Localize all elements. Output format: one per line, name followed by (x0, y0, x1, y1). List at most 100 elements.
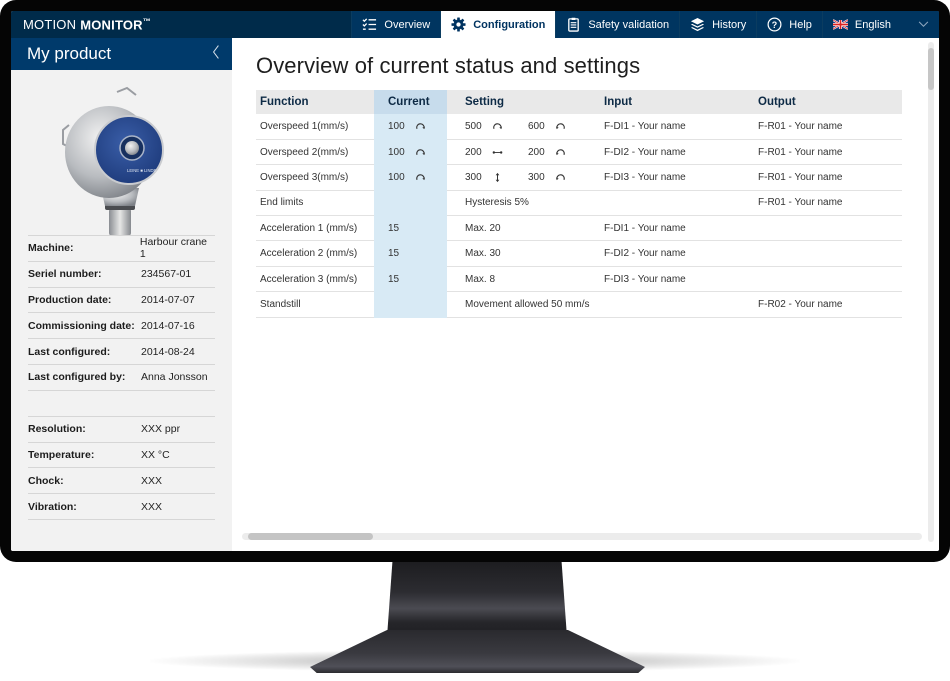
table-row[interactable]: Overspeed 2(mm/s) 100 200 200 F-DI2 - Your n… (256, 139, 902, 166)
rotate-clockwise-icon (492, 121, 503, 132)
current-cell-content: 100 (388, 121, 426, 132)
info-label: Last configured by: (28, 371, 126, 384)
arrows-horizontal-icon (492, 147, 503, 158)
function-cell: Acceleration 3 (mm/s) (256, 266, 374, 293)
function-cell-content: Overspeed 2(mm/s) (260, 147, 348, 158)
info-label: Chock: (28, 474, 64, 487)
info-label: Last configured: (28, 345, 111, 358)
col-setting: Setting (447, 90, 524, 114)
rotate-counterclockwise-icon (555, 121, 566, 132)
info-value: XXX ppr (141, 423, 181, 436)
app-logo: MOTION MONITOR™ (11, 11, 351, 38)
setting-2-cell-content: 300 (528, 172, 566, 183)
info-label: Machine: (28, 242, 74, 255)
setting-cell-text: 200 (465, 146, 482, 158)
setting-cell: Max. 30 (447, 240, 600, 267)
function-cell-text: Acceleration 2 (mm/s) (260, 248, 358, 260)
function-cell: End limits (256, 190, 374, 217)
horizontal-scroll-thumb[interactable] (248, 533, 373, 540)
input-cell: F-DI3 - Your name (600, 164, 754, 191)
info-label: Resolution: (28, 423, 86, 436)
input-cell-content: F-DI2 - Your name (604, 147, 686, 158)
output-cell-content: F-R01 - Your name (758, 147, 843, 158)
table-row[interactable]: Overspeed 3(mm/s) 100 300 300 F-DI3 - Your n… (256, 164, 902, 191)
setting-2-cell: 600 (524, 114, 600, 140)
setting-cell-text: Max. 8 (465, 273, 496, 285)
uk-flag-icon (832, 17, 848, 32)
current-cell-text: 100 (388, 171, 405, 183)
info-value: 2014-08-24 (141, 345, 195, 358)
setting-cell-text: Max. 30 (465, 248, 501, 260)
brand-bold: MONITOR™ (80, 17, 151, 32)
info-value: XX °C (141, 448, 170, 461)
function-cell-text: Acceleration 1 (mm/s) (260, 222, 358, 234)
tab-overview[interactable]: Overview (351, 11, 441, 38)
chevron-down-icon (898, 19, 929, 31)
encoder-image: LEINE ■ LINDE (62, 86, 164, 236)
input-cell-text: F-DI3 - Your name (604, 273, 686, 285)
info-value: 2014-07-07 (141, 293, 195, 306)
setting-cell: 300 (447, 164, 524, 191)
table-row[interactable]: Acceleration 1 (mm/s) 15 Max. 20 F-DI1 - Yo… (256, 215, 902, 242)
rotate-clockwise-icon (415, 147, 426, 158)
sidebar-title: My product (27, 44, 112, 63)
output-cell: F-R01 - Your name (754, 114, 902, 140)
monitor-stand-base (310, 630, 645, 673)
info-value: Anna Jonsson (141, 371, 208, 384)
tab-history[interactable]: History (679, 11, 757, 38)
current-cell (374, 190, 447, 217)
function-cell-content: Standstill (260, 299, 301, 310)
monitor-stand-neck (387, 562, 567, 637)
setting-cell: 500 (447, 114, 524, 140)
output-cell (754, 266, 902, 293)
table-row[interactable]: Acceleration 3 (mm/s) 15 Max. 8 F-DI3 - You… (256, 266, 902, 293)
current-cell: 15 (374, 215, 447, 242)
rotate-clockwise-icon (415, 121, 426, 132)
tab-history-label: History (712, 18, 747, 31)
info-label: Production date: (28, 293, 112, 306)
setting-cell-text: Hysteresis 5% (465, 197, 529, 209)
setting-cell-content: Hysteresis 5% (465, 197, 529, 208)
setting-cell: Movement allowed 50 mm/s (447, 291, 600, 318)
function-cell-content: Acceleration 3 (mm/s) (260, 274, 357, 285)
tab-help[interactable]: ? Help (756, 11, 822, 38)
function-cell: Acceleration 2 (mm/s) (256, 240, 374, 267)
input-cell-content: F-DI3 - Your name (604, 172, 686, 183)
product-image: LEINE ■ LINDE (11, 70, 232, 236)
info-row: Chock: XXX (28, 468, 215, 495)
setting-2-cell-content: 600 (528, 121, 566, 132)
collapse-sidebar-button[interactable] (212, 44, 220, 65)
table-row[interactable]: Standstill Movement allowed 50 mm/s F-R02 … (256, 291, 902, 318)
current-cell-text: 15 (388, 222, 400, 234)
function-cell-text: Overspeed 2(mm/s) (260, 146, 349, 158)
current-cell (374, 291, 447, 318)
product-sidebar: My product LEINE ■ LINDE Machine: Harbou… (11, 38, 232, 551)
info-row: Machine: Harbour crane 1 (28, 236, 215, 262)
current-cell-content: 100 (388, 147, 426, 158)
table-row[interactable]: Acceleration 2 (mm/s) 15 Max. 30 F-DI2 - Yo… (256, 240, 902, 267)
layers-icon (690, 17, 705, 32)
table-row[interactable]: End limits Hysteresis 5% F-R01 - Your name (256, 190, 902, 217)
output-cell: F-R01 - Your name (754, 164, 902, 191)
horizontal-scrollbar[interactable] (242, 533, 922, 540)
function-cell-text: Overspeed 1(mm/s) (260, 120, 349, 132)
input-cell-text: F-DI2 - Your name (604, 146, 686, 158)
tab-configuration[interactable]: Configuration (440, 11, 556, 38)
setting-cell-content: 500 (465, 121, 503, 132)
rotate-counterclockwise-icon (555, 172, 566, 183)
col-input: Input (600, 90, 754, 114)
tab-safety-validation[interactable]: Safety validation (555, 11, 680, 38)
setting-2-cell: 200 (524, 139, 600, 166)
output-cell: F-R01 - Your name (754, 190, 902, 217)
info-row: Production date: 2014-07-07 (28, 288, 215, 314)
language-selector[interactable]: English (821, 11, 939, 38)
function-cell-content: Acceleration 2 (mm/s) (260, 248, 357, 259)
input-cell: F-DI2 - Your name (600, 139, 754, 166)
tab-help-label: Help (789, 18, 812, 31)
vertical-scrollbar[interactable] (928, 42, 934, 542)
vertical-scroll-thumb[interactable] (928, 48, 934, 90)
table-row[interactable]: Overspeed 1(mm/s) 100 500 600 F-DI1 - Your n… (256, 114, 902, 140)
product-brand-text: LEINE ■ LINDE (127, 168, 156, 173)
input-cell-content: F-DI2 - Your name (604, 248, 686, 259)
info-label: Vibration: (28, 500, 77, 513)
